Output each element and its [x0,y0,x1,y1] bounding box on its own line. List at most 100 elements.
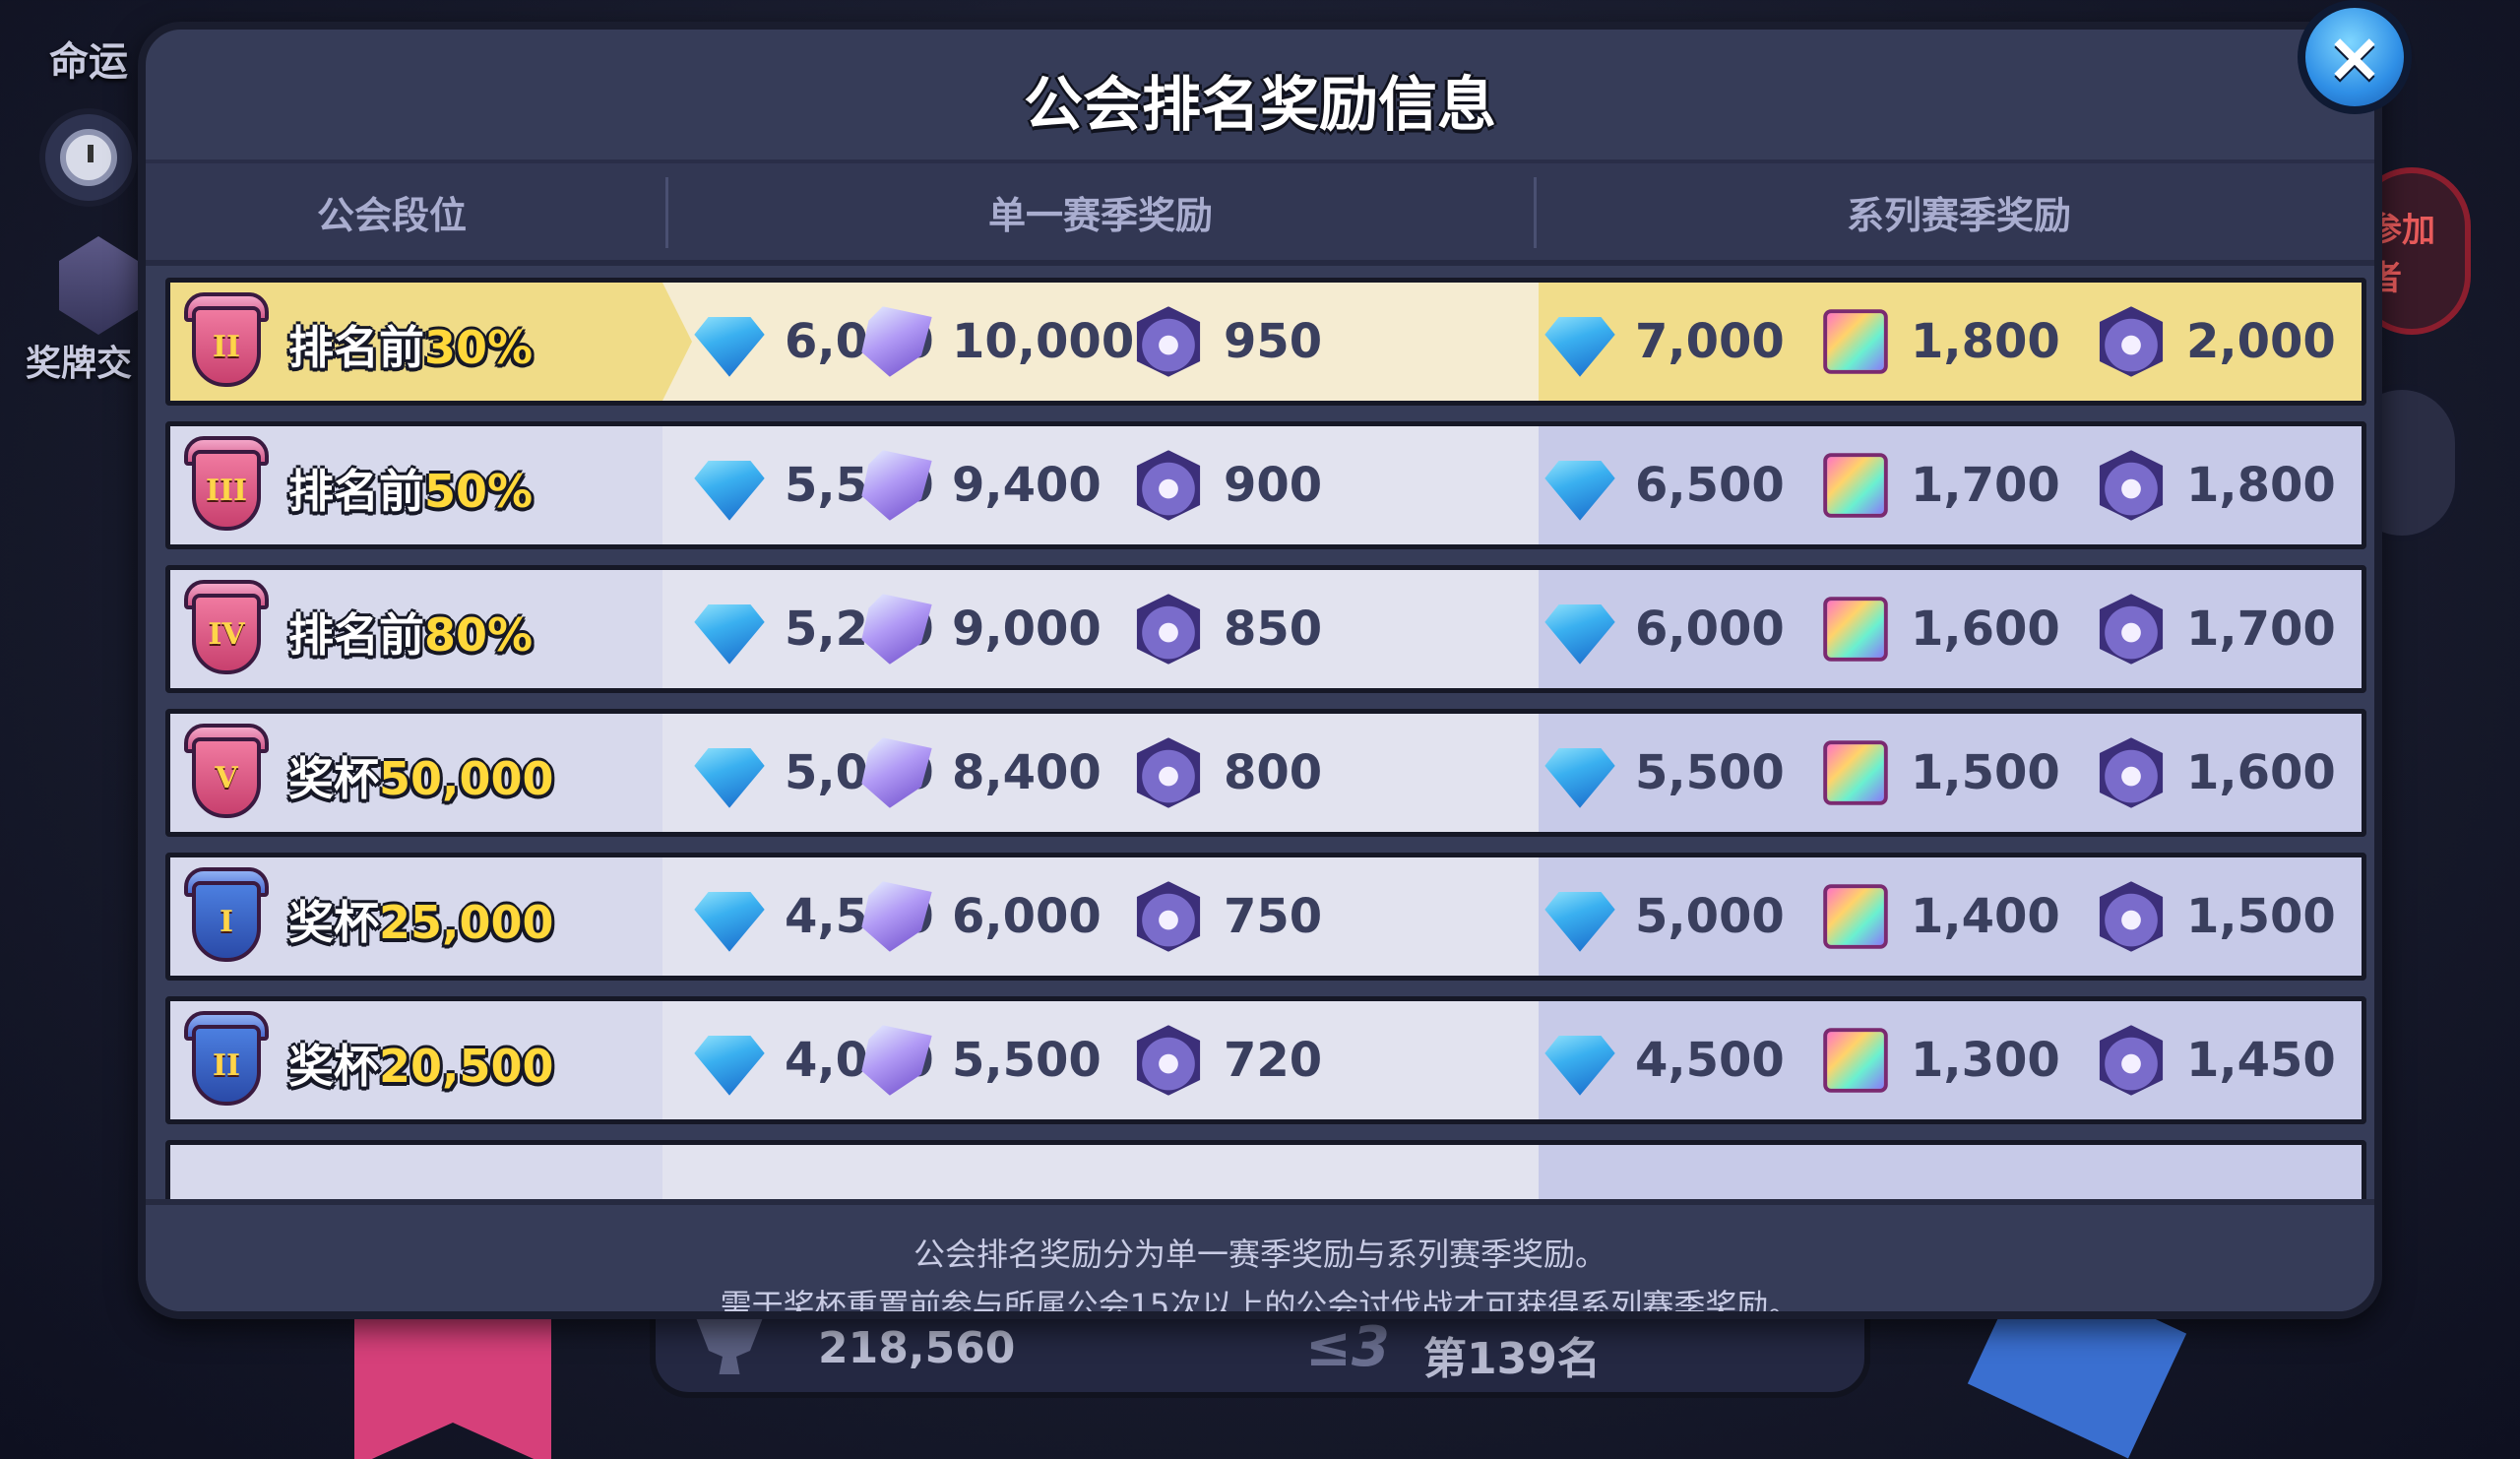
series-cube-amount: 1,700 [1911,458,2060,513]
tier-cell: IV 排名前80% [170,570,662,688]
series-gem-amount: 5,000 [1635,889,1785,944]
series-season-cell: 6,000 1,600 1,700 [1539,570,2362,688]
medal-icon [1136,737,1201,808]
single-crystal-reward: 5,500 [855,1001,1102,1119]
close-button[interactable]: × [2298,0,2412,114]
medal-icon [2099,594,2164,665]
single-medal-reward: 800 [1127,714,1322,832]
gem-icon [694,317,765,377]
cube-icon [1823,309,1888,374]
tier-label: 排名前50% [288,465,534,518]
tier-cell: V 奖杯50,000 [170,714,662,832]
crystal-icon [861,450,932,521]
series-medal-reward: 2,000 [2090,283,2336,401]
trophy-score: 218,560 [818,1323,1016,1373]
series-medal-reward: 1,500 [2090,857,2336,976]
table-row: I 奖杯25,000 4,500 6,000 750 5,000 1,400 1,500 [165,853,2366,981]
single-season-cell: 5,000 8,400 800 [662,714,1539,832]
single-medal-reward: 720 [1127,1001,1322,1119]
series-medal-reward: 1,450 [2090,1001,2336,1119]
table-row: II 排名前30% 6,000 10,000 950 7,000 1,800 2,000 [165,278,2366,406]
single-crystal-reward: 6,000 [855,857,1102,976]
single-medal-reward: 850 [1127,570,1322,688]
series-medal-amount: 2,000 [2186,314,2336,369]
single-crystal-amount: 10,000 [952,314,1135,369]
series-medal-amount: 1,700 [2186,602,2336,657]
tier-label: 奖杯50,000 [288,752,554,805]
series-gem-reward: 5,500 [1539,714,1785,832]
series-medal-amount: 1,450 [2186,1033,2336,1088]
crystal-icon [861,1025,932,1096]
reward-table[interactable]: II 排名前30% 6,000 10,000 950 7,000 1,800 2,000 III… [146,266,2374,1201]
rank-icon: ≤3 [1305,1315,1390,1379]
crystal-icon [861,306,932,377]
single-season-cell: 5,500 9,400 900 [662,426,1539,544]
rank-badge-icon: V [184,724,269,822]
rank-badge-icon: I [184,867,269,966]
single-crystal-reward: 9,400 [855,426,1102,544]
series-medal-amount: 1,800 [2186,458,2336,513]
gem-icon [694,461,765,521]
table-row-partial [165,1140,2366,1201]
medal-icon [2099,450,2164,521]
single-medal-reward: 750 [1127,857,1322,976]
tier-label: 排名前80% [288,608,534,662]
cube-icon [1823,884,1888,949]
footer-line-2: 需于奖杯重置前参与所属公会15次以上的公会讨伐战才可获得系列赛季奖励。 [720,1287,1800,1319]
tier-label: 奖杯25,000 [288,896,554,949]
gem-icon [694,748,765,808]
clock-icon[interactable] [39,108,138,207]
tier-label: 奖杯20,500 [288,1040,554,1093]
gem-icon [694,1036,765,1096]
guild-rank: 第139名 [1423,1334,1601,1384]
gem-icon [1544,317,1615,377]
single-crystal-amount: 8,400 [952,745,1102,800]
series-cube-reward: 1,400 [1814,857,2060,976]
single-season-cell: 4,500 6,000 750 [662,857,1539,976]
single-medal-amount: 850 [1224,602,1323,657]
single-medal-reward: 900 [1127,426,1322,544]
crystal-icon [861,594,932,665]
pink-flag-decoration [354,1319,551,1459]
side-label-fate: 命运 [49,39,128,85]
single-season-cell: 4,000 5,500 720 [662,1001,1539,1119]
crystal-icon [861,881,932,952]
gem-icon [694,892,765,952]
single-crystal-amount: 9,400 [952,458,1102,513]
footer-line-1: 公会排名奖励分为单一赛季奖励与系列赛季奖励。 [913,1236,1606,1273]
series-cube-amount: 1,600 [1911,602,2060,657]
cube-icon [1823,740,1888,805]
table-row: III 排名前50% 5,500 9,400 900 6,500 1,700 1,800 [165,421,2366,549]
header-single-season: 单一赛季奖励 [987,193,1213,237]
cube-icon [1823,453,1888,518]
single-crystal-reward: 10,000 [855,283,1134,401]
series-cube-amount: 1,400 [1911,889,2060,944]
medal-icon [2099,881,2164,952]
table-row: V 奖杯50,000 5,000 8,400 800 5,500 1,500 1,600 [165,709,2366,837]
cube-icon [1823,597,1888,662]
medal-exchange-label[interactable]: 奖牌交 [26,335,132,386]
gem-icon [1544,748,1615,808]
single-medal-reward: 950 [1127,283,1322,401]
series-cube-reward: 1,700 [1814,426,2060,544]
series-cube-reward: 1,300 [1814,1001,2060,1119]
gem-icon [1544,1036,1615,1096]
series-gem-reward: 6,500 [1539,426,1785,544]
rank-badge-icon: III [184,436,269,535]
rank-badge-icon: II [184,1011,269,1110]
series-medal-amount: 1,500 [2186,889,2336,944]
medal-icon [2099,737,2164,808]
series-gem-amount: 7,000 [1635,314,1785,369]
header-series-season: 系列赛季奖励 [1846,193,2071,237]
gem-icon [694,604,765,665]
rank-badge-icon: IV [184,580,269,678]
gem-icon [1544,892,1615,952]
series-cube-reward: 1,600 [1814,570,2060,688]
series-cube-amount: 1,500 [1911,745,2060,800]
guild-rank-reward-modal: 公会排名奖励信息 公会段位 单一赛季奖励 系列赛季奖励 II 排名前30% 6,00… [138,22,2382,1319]
tier-cell: II 奖杯20,500 [170,1001,662,1119]
single-season-cell: 6,000 10,000 950 [662,283,1539,401]
series-medal-amount: 1,600 [2186,745,2336,800]
series-gem-reward: 5,000 [1539,857,1785,976]
medal-exchange-icon[interactable] [59,236,138,335]
